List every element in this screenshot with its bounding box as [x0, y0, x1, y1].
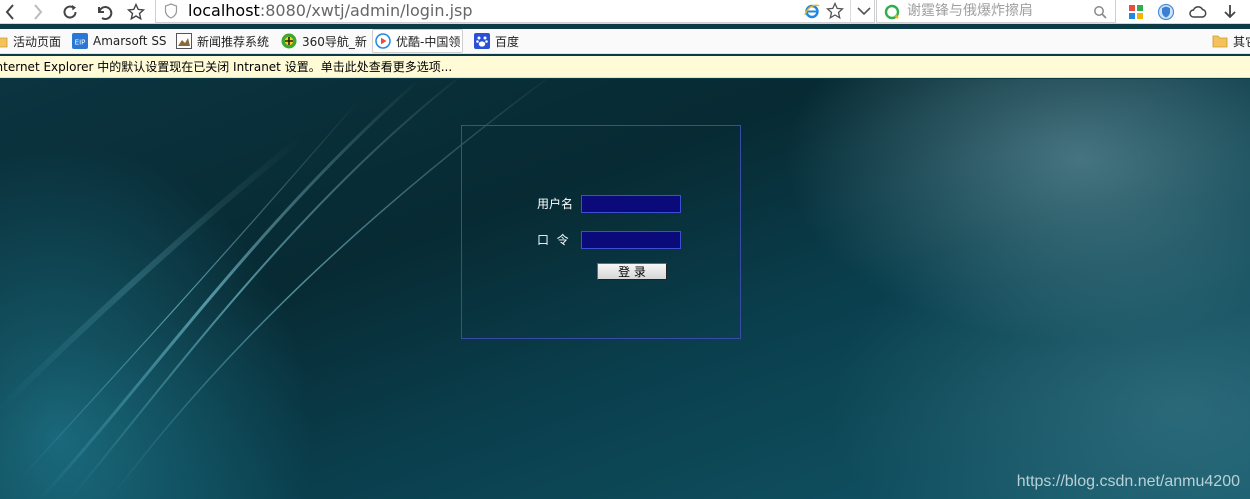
- cloud-icon[interactable]: [1188, 2, 1208, 22]
- youku-icon: [375, 33, 391, 49]
- bookmark-label: 360导航_新: [302, 34, 367, 49]
- search-engine-icon[interactable]: [884, 4, 900, 24]
- bookmark-item[interactable]: 百度: [474, 29, 519, 53]
- bookmark-item[interactable]: 360导航_新: [281, 29, 367, 53]
- info-bar-text: Internet Explorer 中的默认设置现在已关闭 Intranet 设…: [0, 60, 453, 74]
- eip-icon: EIP: [72, 33, 88, 49]
- username-label: 用户名: [537, 197, 574, 211]
- browser-toolbar: localhost:8080/xwtj/admin/login.jsp 谢霆锋与…: [0, 0, 1250, 24]
- bookmark-label: 其它: [1233, 34, 1250, 49]
- search-icon[interactable]: [1093, 4, 1107, 23]
- forward-button[interactable]: [28, 2, 48, 22]
- url-text[interactable]: localhost:8080/xwtj/admin/login.jsp: [188, 1, 473, 21]
- login-button[interactable]: 登 录: [597, 263, 667, 280]
- password-input[interactable]: [581, 231, 681, 249]
- forward-arrow-icon: [34, 4, 43, 20]
- bookmark-item[interactable]: 活动页面: [0, 29, 61, 53]
- bookmark-label: Amarsoft SS: [93, 34, 167, 48]
- svg-text:EIP: EIP: [75, 39, 86, 47]
- bookmark-item-other[interactable]: 其它: [1212, 29, 1250, 53]
- refresh-button[interactable]: [60, 2, 80, 22]
- password-label: 口 令: [537, 233, 569, 247]
- login-panel: 用户名 口 令 登 录: [461, 125, 741, 339]
- 360-icon: [281, 33, 297, 49]
- chevron-down-icon[interactable]: [856, 2, 872, 24]
- address-bar[interactable]: localhost:8080/xwtj/admin/login.jsp: [155, 0, 875, 23]
- page-content: 用户名 口 令 登 录 https://blog.csdn.net/anmu42…: [0, 79, 1250, 499]
- back-arrow-icon: [5, 4, 14, 20]
- bookmark-item[interactable]: 优酷-中国领: [372, 29, 464, 53]
- search-input[interactable]: 谢霆锋与俄爆炸擦肩: [907, 2, 1033, 20]
- bookmark-label: 优酷-中国领: [396, 34, 461, 49]
- bookmark-star-icon[interactable]: [825, 1, 845, 24]
- undo-icon: [98, 6, 113, 20]
- folder-icon: [1212, 33, 1228, 49]
- watermark-text: https://blog.csdn.net/anmu4200: [1016, 473, 1240, 490]
- bookmarks-bar: 活动页面 EIP Amarsoft SS 新闻推荐系统 360导航_新 优酷-中…: [0, 29, 1250, 54]
- bookmark-item[interactable]: 新闻推荐系统: [176, 29, 269, 53]
- news-icon: [176, 33, 192, 49]
- username-input[interactable]: [581, 195, 681, 213]
- search-box[interactable]: 谢霆锋与俄爆炸擦肩: [876, 0, 1116, 23]
- baidu-paw-icon: [474, 33, 490, 49]
- bookmark-label: 百度: [495, 34, 520, 49]
- bookmark-label: 新闻推荐系统: [197, 34, 270, 49]
- url-path: :8080/xwtj/admin/login.jsp: [259, 1, 473, 20]
- download-icon[interactable]: [1220, 2, 1240, 22]
- url-host: localhost: [188, 1, 260, 20]
- security-shield-icon[interactable]: [1156, 2, 1176, 22]
- ie-compat-icon[interactable]: [804, 3, 820, 23]
- intranet-info-bar[interactable]: Internet Explorer 中的默认设置现在已关闭 Intranet 设…: [0, 56, 1250, 78]
- refresh-icon: [63, 5, 77, 19]
- star-outline-icon: [127, 3, 145, 21]
- undo-button[interactable]: [94, 2, 114, 22]
- address-divider: [850, 0, 851, 23]
- back-button[interactable]: [0, 2, 20, 22]
- favorite-button[interactable]: [126, 2, 146, 22]
- bookmark-label: 活动页面: [13, 34, 62, 49]
- bookmark-item[interactable]: EIP Amarsoft SS: [72, 29, 167, 53]
- page-info-icon[interactable]: [164, 3, 178, 23]
- apps-grid-icon[interactable]: [1126, 2, 1146, 22]
- folder-icon: [0, 33, 8, 49]
